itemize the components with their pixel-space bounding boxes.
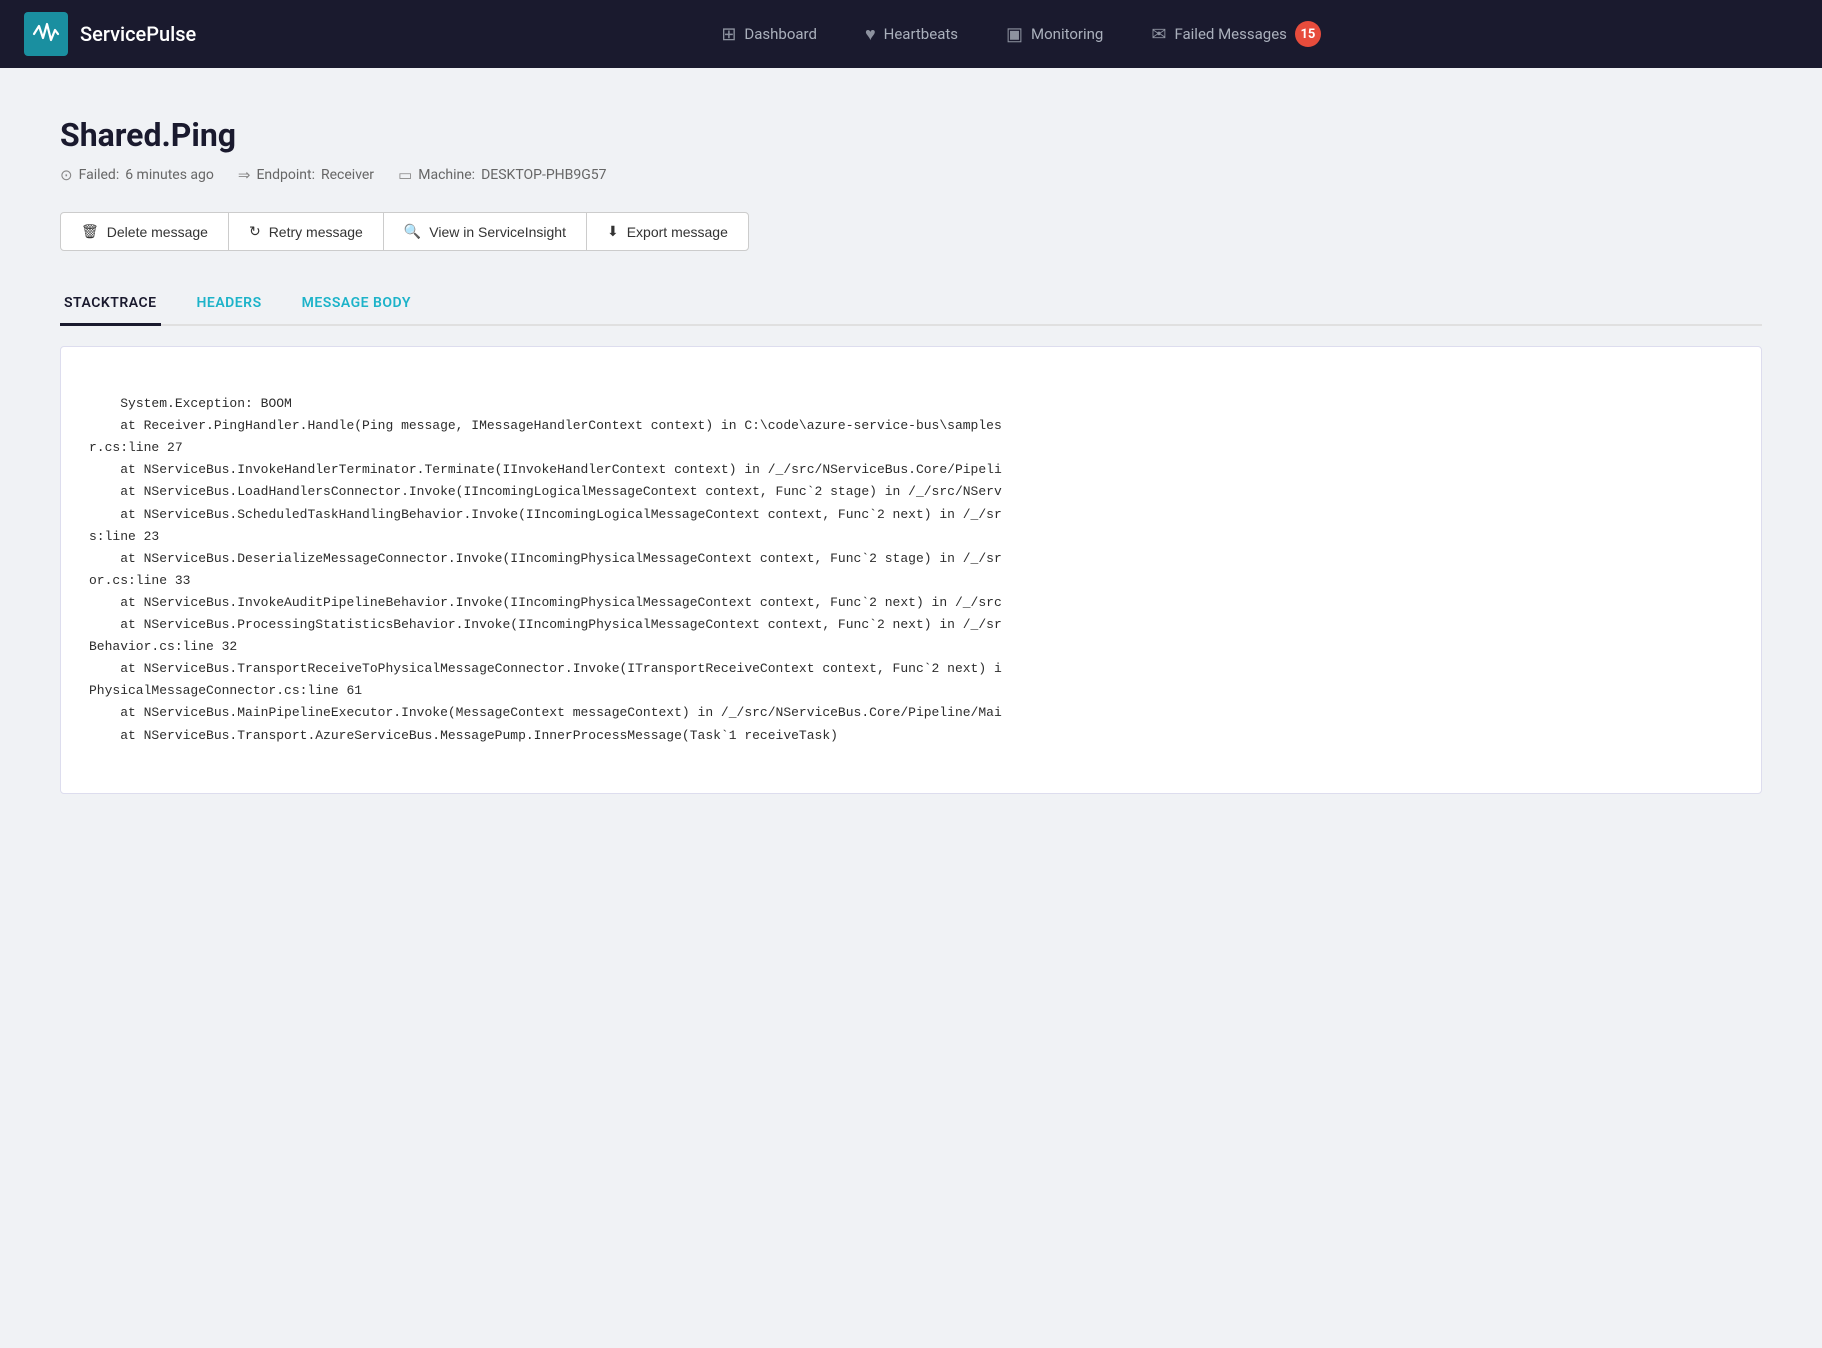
retry-label: Retry message	[269, 224, 363, 240]
tab-message-body[interactable]: MESSAGE BODY	[298, 283, 415, 326]
endpoint-icon: ⇒	[238, 166, 251, 184]
main-content: Shared.Ping ⊙ Failed: 6 minutes ago ⇒ En…	[0, 68, 1822, 842]
machine-icon: ▭	[398, 166, 412, 184]
nav-heartbeats-label: Heartbeats	[884, 25, 958, 43]
nav-monitoring-label: Monitoring	[1031, 25, 1103, 43]
export-icon: ⬇	[607, 223, 619, 240]
brand-name: ServicePulse	[80, 22, 196, 46]
page-title: Shared.Ping	[60, 116, 1762, 154]
nav-monitoring[interactable]: ▣ Monitoring	[982, 0, 1127, 68]
navigation: ServicePulse ⊞ Dashboard ♥ Heartbeats ▣ …	[0, 0, 1822, 68]
tab-stacktrace[interactable]: STACKTRACE	[60, 283, 161, 326]
nav-failed-messages-label: Failed Messages	[1174, 25, 1286, 43]
endpoint-value: Receiver	[321, 167, 374, 183]
machine-item: ▭ Machine: DESKTOP-PHB9G57	[398, 166, 606, 184]
nav-dashboard-label: Dashboard	[744, 25, 817, 43]
failed-messages-badge: 15	[1295, 21, 1321, 47]
delete-label: Delete message	[107, 224, 208, 240]
failed-label: Failed:	[79, 167, 120, 183]
stacktrace-text: System.Exception: BOOM at Receiver.PingH…	[89, 396, 1002, 742]
endpoint-item: ⇒ Endpoint: Receiver	[238, 166, 374, 184]
clock-icon: ⊙	[60, 166, 73, 184]
search-insight-icon: 🔍	[404, 223, 421, 240]
monitoring-icon: ▣	[1006, 24, 1023, 45]
export-label: Export message	[627, 224, 728, 240]
tab-headers[interactable]: HEADERS	[193, 283, 266, 326]
machine-value: DESKTOP-PHB9G57	[481, 167, 606, 183]
stacktrace-content: System.Exception: BOOM at Receiver.PingH…	[60, 346, 1762, 794]
retry-message-button[interactable]: ↻ Retry message	[228, 212, 384, 251]
machine-label: Machine:	[418, 167, 475, 183]
nav-heartbeats[interactable]: ♥ Heartbeats	[841, 0, 982, 68]
failed-time-item: ⊙ Failed: 6 minutes ago	[60, 166, 214, 184]
export-message-button[interactable]: ⬇ Export message	[586, 212, 749, 251]
mail-icon: ✉	[1151, 24, 1166, 45]
nav-items: ⊞ Dashboard ♥ Heartbeats ▣ Monitoring ✉ …	[244, 0, 1798, 68]
retry-icon: ↻	[249, 223, 261, 240]
brand[interactable]: ServicePulse	[24, 12, 196, 56]
endpoint-label: Endpoint:	[256, 167, 315, 183]
logo-icon	[24, 12, 68, 56]
view-insight-button[interactable]: 🔍 View in ServiceInsight	[383, 212, 587, 251]
heartbeat-icon: ♥	[865, 24, 876, 45]
view-insight-label: View in ServiceInsight	[429, 224, 566, 240]
tab-bar: STACKTRACE HEADERS MESSAGE BODY	[60, 283, 1762, 326]
action-buttons: 🗑 Delete message ↻ Retry message 🔍 View …	[60, 212, 1762, 251]
nav-failed-messages[interactable]: ✉ Failed Messages 15	[1127, 0, 1345, 68]
nav-dashboard[interactable]: ⊞ Dashboard	[697, 0, 841, 68]
meta-info: ⊙ Failed: 6 minutes ago ⇒ Endpoint: Rece…	[60, 166, 1762, 184]
trash-icon: 🗑	[81, 223, 99, 240]
dashboard-icon: ⊞	[721, 24, 736, 45]
delete-message-button[interactable]: 🗑 Delete message	[60, 212, 229, 251]
failed-time: 6 minutes ago	[125, 167, 214, 183]
